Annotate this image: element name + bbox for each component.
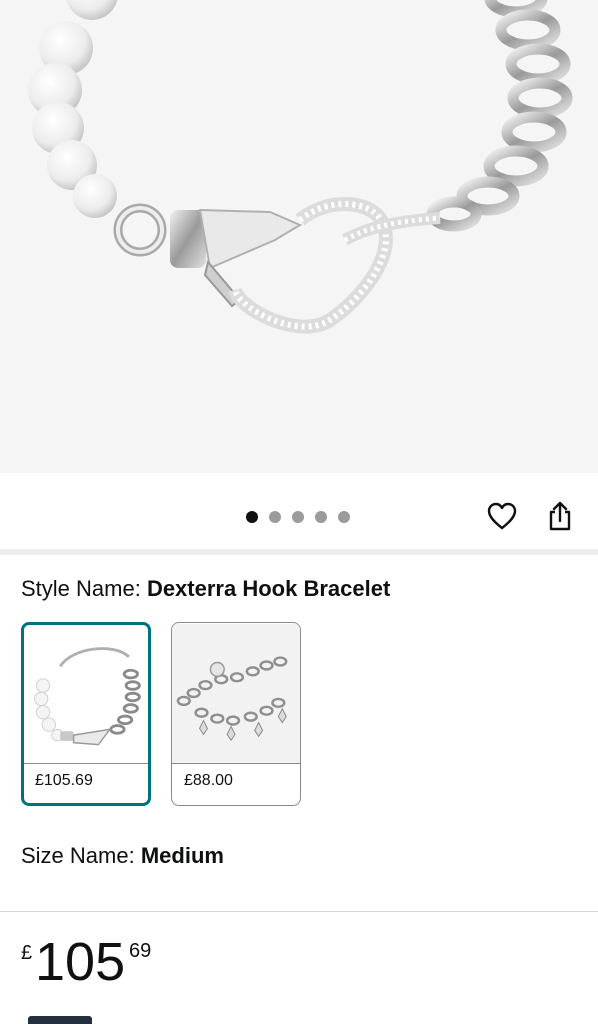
heart-icon (487, 502, 517, 530)
style-option-price: £105.69 (24, 763, 148, 803)
price-currency: £ (21, 942, 33, 964)
carousel-dot[interactable] (292, 511, 304, 523)
bottom-tab-indicator (28, 1016, 92, 1024)
style-option-2[interactable]: £88.00 (171, 622, 301, 806)
style-option-price: £88.00 (172, 763, 300, 805)
price-whole: 105 (35, 932, 126, 992)
size-name-value: Medium (140, 843, 224, 868)
style-thumbnail (34, 647, 141, 746)
carousel-dot[interactable] (269, 511, 281, 523)
style-name-value: Dexterra Hook Bracelet (146, 576, 391, 601)
wishlist-button[interactable] (485, 499, 519, 533)
carousel-dot[interactable] (338, 511, 350, 523)
section-divider (0, 911, 598, 912)
share-icon (549, 501, 571, 531)
style-option-1[interactable]: £105.69 (21, 622, 151, 806)
style-thumbnail (172, 624, 300, 764)
price-fraction: 69 (129, 940, 152, 962)
carousel-dot[interactable] (315, 511, 327, 523)
section-divider (0, 549, 598, 555)
style-name-label: Style Name: (21, 576, 147, 601)
share-button[interactable] (543, 499, 577, 533)
product-image[interactable] (0, 0, 598, 473)
style-name-row: Style Name: Dexterra Hook Bracelet (21, 576, 390, 602)
carousel-dots[interactable] (246, 511, 350, 523)
size-name-row: Size Name: Medium (21, 843, 224, 869)
size-name-label: Size Name: (21, 843, 141, 868)
bracelet-illustration (28, 0, 573, 334)
carousel-dot[interactable] (246, 511, 258, 523)
